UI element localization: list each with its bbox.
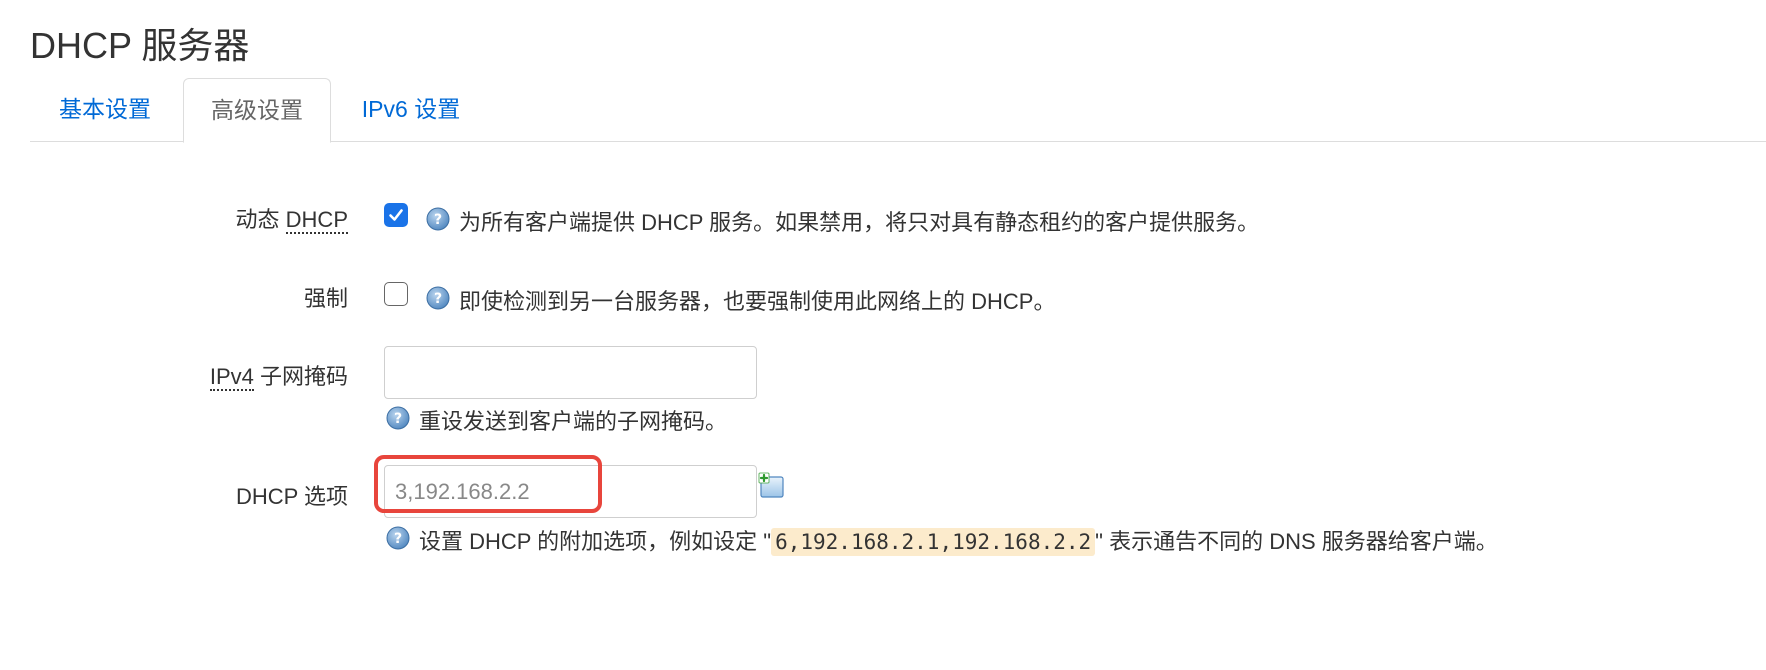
- help-question-icon[interactable]: ?: [426, 286, 450, 310]
- dhcp-options-help-before: 设置 DHCP 的附加选项，例如设定 ": [419, 529, 772, 554]
- svg-text:?: ?: [394, 411, 402, 427]
- ipv4-netmask-label-suffix: 子网掩码: [253, 364, 348, 389]
- force-checkbox[interactable]: [384, 282, 408, 306]
- tab-bar: 基本设置 高级设置 IPv6 设置: [30, 78, 1766, 143]
- checkmark-icon: [389, 209, 403, 221]
- dynamic-dhcp-label: 动态 DHCP: [236, 202, 348, 234]
- dynamic-dhcp-label-prefix: 动态: [235, 207, 286, 232]
- ipv4-netmask-label: IPv4 子网掩码: [209, 359, 348, 391]
- page-title: DHCP 服务器: [30, 25, 250, 66]
- tab-basic-settings[interactable]: 基本设置: [30, 78, 180, 140]
- dhcp-options-input[interactable]: [384, 465, 757, 518]
- dhcp-options-example-code: 6,192.168.2.1,192.168.2.2: [771, 528, 1096, 556]
- help-question-icon[interactable]: ?: [386, 406, 410, 430]
- help-question-icon[interactable]: ?: [426, 207, 450, 231]
- dhcp-options-label: DHCP 选项: [235, 484, 348, 509]
- dynamic-dhcp-help: 为所有客户端提供 DHCP 服务。如果禁用，将只对具有静态租约的客户提供服务。: [459, 210, 1260, 235]
- force-help: 即使检测到另一台服务器，也要强制使用此网络上的 DHCP。: [459, 289, 1056, 314]
- dynamic-dhcp-checkbox[interactable]: [384, 203, 408, 227]
- force-label: 强制: [303, 286, 348, 311]
- ipv4-netmask-help: 重设发送到客户端的子网掩码。: [419, 409, 728, 434]
- svg-text:?: ?: [394, 531, 402, 547]
- svg-text:?: ?: [434, 212, 442, 228]
- dhcp-options-help: 设置 DHCP 的附加选项，例如设定 " 6,192.168.2.1,192.16…: [419, 524, 1498, 556]
- tab-advanced-settings[interactable]: 高级设置: [183, 78, 331, 143]
- ipv4-netmask-label-abbr: IPv4: [209, 364, 254, 391]
- dhcp-options-help-after: " 表示通告不同的 DNS 服务器给客户端。: [1095, 529, 1498, 554]
- svg-text:?: ?: [434, 291, 442, 307]
- dynamic-dhcp-label-abbr: DHCP: [285, 207, 348, 234]
- help-question-icon[interactable]: ?: [386, 526, 410, 550]
- ipv4-netmask-input[interactable]: [384, 346, 757, 399]
- tab-ipv6-settings[interactable]: IPv6 设置: [330, 78, 492, 140]
- add-option-icon[interactable]: [758, 472, 786, 500]
